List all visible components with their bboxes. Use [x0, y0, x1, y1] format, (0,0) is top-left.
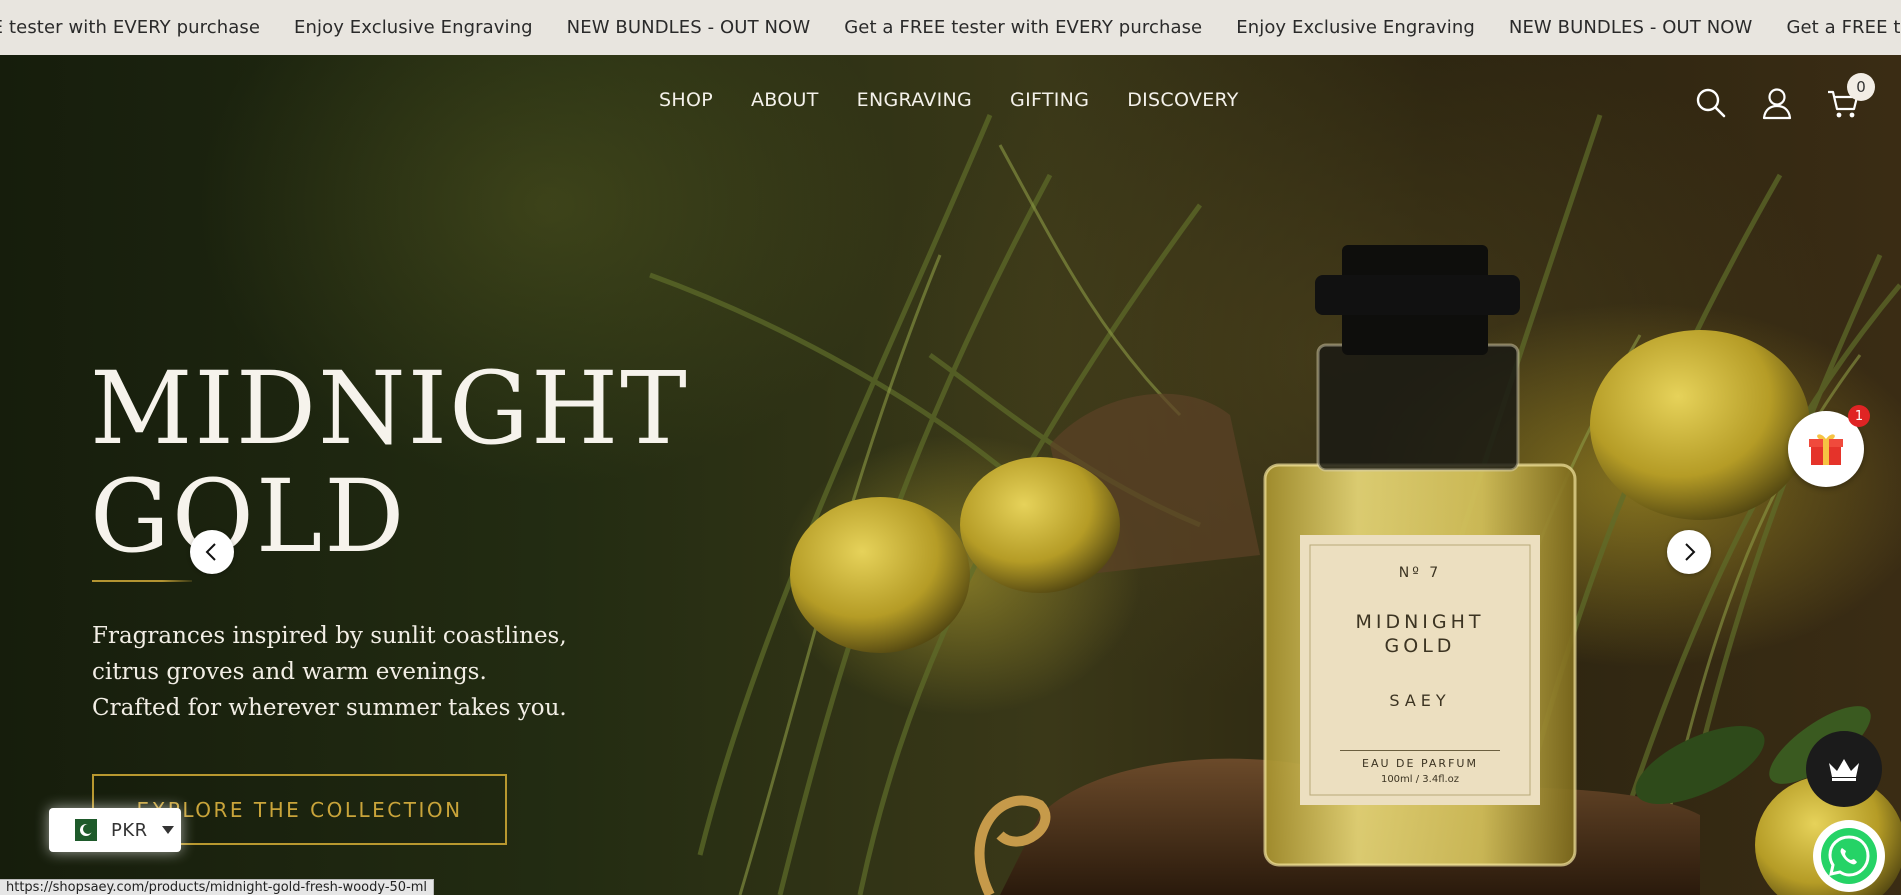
announcement-item[interactable]: Get a FREE tester with EVERY purchase — [1774, 17, 1901, 38]
account-icon[interactable] — [1759, 85, 1795, 121]
announcement-item[interactable]: NEW BUNDLES - OUT NOW — [555, 17, 823, 38]
hero-description-line2: citrus groves and warm evenings. — [92, 659, 487, 685]
crown-icon — [1829, 759, 1859, 781]
bottle-brand: SAEY — [1389, 691, 1451, 710]
gift-icon — [1809, 434, 1843, 465]
announcement-item[interactable]: Get a FREE tester with EVERY purchase — [0, 17, 272, 38]
title-divider — [92, 580, 192, 582]
bottle-number: Nº 7 — [1398, 565, 1442, 581]
hero-title: MIDNIGHT GOLD — [90, 355, 689, 571]
bottle-label: Nº 7 MIDNIGHT GOLD SAEY EAU DE PARFUM 10… — [1300, 535, 1540, 805]
announcement-bar: Get a FREE tester with EVERY purchase En… — [0, 0, 1901, 55]
gift-widget-button[interactable]: 1 — [1788, 405, 1870, 487]
caret-down-icon — [161, 826, 174, 834]
search-icon[interactable] — [1693, 85, 1729, 121]
currency-code: PKR — [111, 819, 148, 841]
bottle-type: EAU DE PARFUM — [1340, 750, 1500, 770]
hero-title-line2: GOLD — [90, 458, 407, 575]
nav-item-shop[interactable]: SHOP — [640, 89, 732, 111]
currency-selector[interactable]: PKR — [49, 808, 181, 852]
cart-icon[interactable]: 0 — [1825, 73, 1875, 121]
announcement-item[interactable]: NEW BUNDLES - OUT NOW — [1497, 17, 1765, 38]
whatsapp-chat-button[interactable] — [1813, 820, 1885, 892]
main-nav: SHOP ABOUT ENGRAVING GIFTING DISCOVERY — [640, 89, 1258, 111]
bottle-name-line2: GOLD — [1384, 635, 1456, 657]
announcement-item[interactable]: Get a FREE tester with EVERY purchase — [832, 17, 1214, 38]
browser-status-url: https://shopsaey.com/products/midnight-g… — [0, 879, 435, 895]
bottle-name-line1: MIDNIGHT — [1355, 611, 1485, 633]
hero-description-line3: Crafted for wherever summer takes you. — [92, 695, 567, 721]
header-icons: 0 — [1693, 73, 1875, 121]
chevron-left-icon — [205, 543, 216, 561]
hero-description: Fragrances inspired by sunlit coastlines… — [92, 618, 612, 726]
announcement-item[interactable]: Enjoy Exclusive Engraving — [282, 17, 545, 38]
nav-item-engraving[interactable]: ENGRAVING — [838, 89, 991, 111]
chevron-right-icon — [1685, 543, 1696, 561]
pakistan-flag-icon — [67, 819, 97, 841]
nav-item-discovery[interactable]: DISCOVERY — [1108, 89, 1257, 111]
rewards-button[interactable] — [1806, 731, 1882, 807]
announcement-item[interactable]: Enjoy Exclusive Engraving — [1224, 17, 1487, 38]
nav-item-gifting[interactable]: GIFTING — [991, 89, 1108, 111]
hero-description-line1: Fragrances inspired by sunlit coastlines… — [92, 623, 567, 649]
hero-banner: Nº 7 MIDNIGHT GOLD SAEY EAU DE PARFUM 10… — [0, 55, 1901, 895]
carousel-next-button[interactable] — [1667, 530, 1711, 574]
hero-title-line1: MIDNIGHT — [90, 350, 689, 467]
carousel-prev-button[interactable] — [190, 530, 234, 574]
whatsapp-icon — [1821, 828, 1877, 884]
cart-count-badge: 0 — [1847, 73, 1875, 101]
nav-item-about[interactable]: ABOUT — [732, 89, 838, 111]
bottle-volume: 100ml / 3.4fl.oz — [1380, 774, 1460, 785]
announcement-track: Get a FREE tester with EVERY purchase En… — [0, 0, 1901, 55]
gift-count-badge: 1 — [1848, 405, 1870, 427]
